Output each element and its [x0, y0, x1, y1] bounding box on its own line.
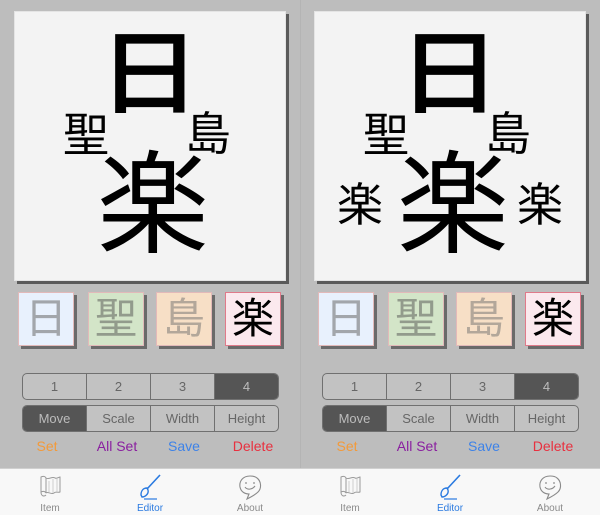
- tile-1[interactable]: 日: [18, 292, 74, 346]
- tab-item[interactable]: Item: [320, 473, 380, 515]
- tile-1[interactable]: 日: [318, 292, 374, 346]
- mode-height[interactable]: Height: [514, 406, 578, 431]
- tab-editor-label: Editor: [436, 503, 464, 514]
- glyph-extra-left[interactable]: 楽: [337, 182, 383, 228]
- tile-3[interactable]: 島: [456, 292, 512, 346]
- tile-3[interactable]: 島: [156, 292, 212, 346]
- save-button[interactable]: Save: [468, 438, 500, 454]
- page-1[interactable]: 1: [23, 374, 86, 399]
- scroll-map-icon: [340, 475, 361, 497]
- page-segmented-control: 1 2 3 4: [322, 373, 579, 400]
- delete-button[interactable]: Delete: [233, 438, 273, 454]
- tab-about-label: About: [236, 503, 264, 514]
- tab-editor[interactable]: Editor: [420, 473, 480, 515]
- page-3[interactable]: 3: [150, 374, 214, 399]
- brush-icon: [140, 474, 161, 500]
- tab-editor[interactable]: Editor: [120, 473, 180, 515]
- tile-4-selected[interactable]: 楽: [525, 292, 581, 346]
- tab-bar: Item Editor About: [300, 468, 600, 515]
- tab-about-label: About: [536, 503, 564, 514]
- scroll-map-icon: [40, 475, 61, 497]
- editor-screen-1: 日 聖 島 楽 日 聖 島 楽 1 2 3 4 Move Scale Width…: [0, 0, 300, 515]
- page-3[interactable]: 3: [450, 374, 514, 399]
- tile-2[interactable]: 聖: [388, 292, 444, 346]
- composition-canvas[interactable]: 日 聖 島 楽 楽 楽: [314, 11, 586, 281]
- tile-2[interactable]: 聖: [88, 292, 144, 346]
- page-1[interactable]: 1: [323, 374, 386, 399]
- action-bar: Set All Set Save Delete: [0, 438, 300, 460]
- tile-4-selected[interactable]: 楽: [225, 292, 281, 346]
- glyph-center[interactable]: 楽: [397, 150, 509, 262]
- glyph-tiles: 日 聖 島 楽: [318, 292, 584, 346]
- mode-move[interactable]: Move: [323, 406, 386, 431]
- page-4[interactable]: 4: [514, 374, 578, 399]
- editor-screen-2: 日 聖 島 楽 楽 楽 日 聖 島 楽 1 2 3 4 Move Scale W…: [300, 0, 600, 515]
- page-segmented-control: 1 2 3 4: [22, 373, 279, 400]
- set-button[interactable]: Set: [336, 438, 357, 454]
- all-set-button[interactable]: All Set: [97, 438, 137, 454]
- mode-segmented-control: Move Scale Width Height: [322, 405, 579, 432]
- tab-bar: Item Editor About: [0, 468, 300, 515]
- delete-button[interactable]: Delete: [533, 438, 573, 454]
- tab-about[interactable]: About: [220, 473, 280, 515]
- page-4[interactable]: 4: [214, 374, 278, 399]
- mode-width[interactable]: Width: [450, 406, 514, 431]
- tab-about[interactable]: About: [520, 473, 580, 515]
- all-set-button[interactable]: All Set: [397, 438, 437, 454]
- tab-item-label: Item: [340, 503, 360, 514]
- tab-item-label: Item: [40, 503, 60, 514]
- tab-item[interactable]: Item: [20, 473, 80, 515]
- save-button[interactable]: Save: [168, 438, 200, 454]
- composition-canvas[interactable]: 日 聖 島 楽: [14, 11, 286, 281]
- glyph-tiles: 日 聖 島 楽: [18, 292, 284, 346]
- mode-scale[interactable]: Scale: [86, 406, 150, 431]
- mode-move[interactable]: Move: [23, 406, 86, 431]
- brush-icon: [440, 474, 461, 500]
- action-bar: Set All Set Save Delete: [300, 438, 600, 460]
- glyph-top[interactable]: 日: [99, 29, 200, 119]
- glyph-top[interactable]: 日: [399, 29, 500, 119]
- smiley-icon: [239, 475, 262, 501]
- glyph-center[interactable]: 楽: [97, 150, 209, 262]
- tab-editor-label: Editor: [136, 503, 164, 514]
- mode-width[interactable]: Width: [150, 406, 214, 431]
- mode-scale[interactable]: Scale: [386, 406, 450, 431]
- mode-segmented-control: Move Scale Width Height: [22, 405, 279, 432]
- glyph-extra-right[interactable]: 楽: [517, 182, 563, 228]
- mode-height[interactable]: Height: [214, 406, 278, 431]
- page-2[interactable]: 2: [386, 374, 450, 399]
- smiley-icon: [539, 475, 562, 501]
- page-2[interactable]: 2: [86, 374, 150, 399]
- set-button[interactable]: Set: [36, 438, 57, 454]
